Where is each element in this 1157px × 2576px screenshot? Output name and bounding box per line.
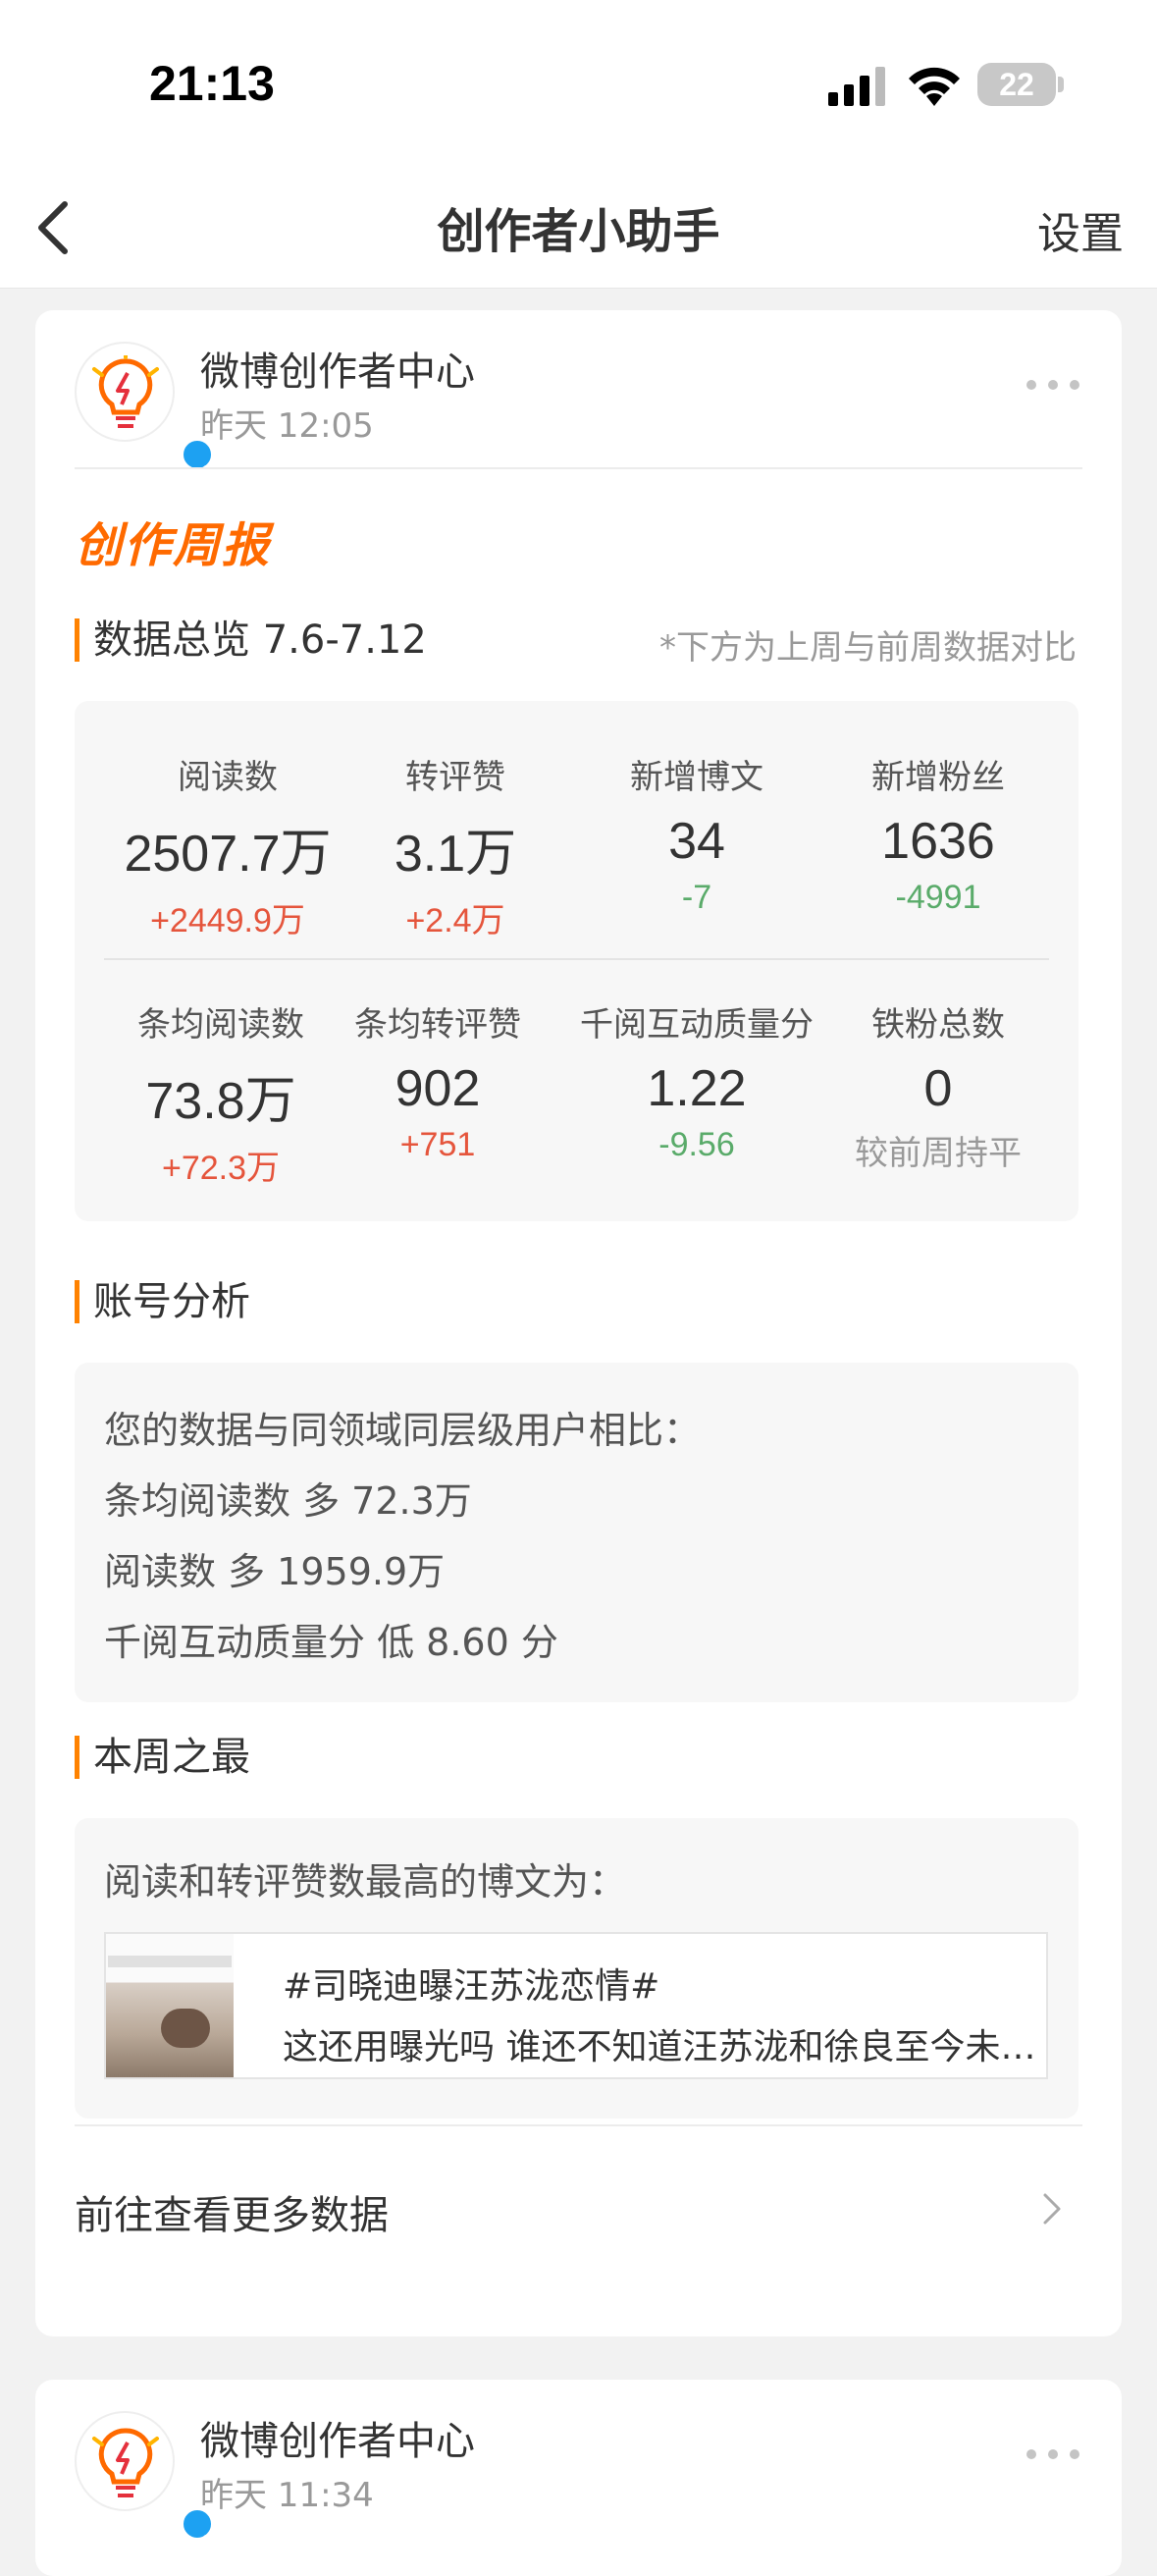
stat-label: 转评赞 <box>405 758 505 797</box>
stat-value: 73.8万 <box>145 1073 296 1130</box>
stat-delta: +72.3万 <box>161 1150 281 1187</box>
analysis-heading: 账号分析 <box>75 1280 250 1323</box>
page-title: 创作者小助手 <box>437 204 720 259</box>
stat-new-followers: 新增粉丝 1636 -4991 <box>830 750 1046 917</box>
stats-divider <box>104 958 1049 960</box>
thumbnail-figure <box>161 2009 210 2048</box>
analysis-line: 千阅互动质量分 低 8.60 分 <box>104 1621 558 1664</box>
analysis-line: 阅读数 多 1959.9万 <box>104 1550 446 1593</box>
best-panel: 阅读和转评赞数最高的博文为： #司晓迪曝汪苏泷恋情# 这还用曝光吗 谁还不知道汪… <box>75 1818 1078 2119</box>
post-snippet: 这还用曝光吗 谁还不知道汪苏泷和徐良至今未… <box>283 2027 1036 2067</box>
chevron-right-icon <box>1043 2193 1061 2225</box>
status-time: 21:13 <box>149 56 275 111</box>
stat-engagement: 转评赞 3.1万 +2.4万 <box>357 750 553 941</box>
post-card: 微博创作者中心 昨天 11:34 <box>35 2380 1122 2576</box>
wifi-icon <box>909 67 960 106</box>
battery-cap <box>1058 77 1064 92</box>
view-more-data-label: 前往查看更多数据 <box>75 2193 389 2238</box>
stat-delta: +2.4万 <box>405 902 505 939</box>
stat-value: 2507.7万 <box>124 826 332 883</box>
thumbnail-caption <box>108 1956 232 1967</box>
post-time: 昨天 12:05 <box>200 406 374 446</box>
post-thumbnail <box>106 1934 234 2077</box>
battery-icon: 22 <box>977 63 1056 106</box>
stat-value: 0 <box>923 1060 953 1117</box>
overview-heading: 数据总览 7.6-7.12 <box>75 618 427 662</box>
stat-delta: +751 <box>399 1126 476 1163</box>
stat-label: 铁粉总数 <box>871 1005 1005 1045</box>
stat-label: 阅读数 <box>178 758 278 797</box>
status-bar: 21:13 22 <box>0 0 1157 167</box>
more-options-icon[interactable] <box>1026 379 1080 391</box>
stat-label: 条均转评赞 <box>354 1005 521 1045</box>
compare-note: *下方为上周与前周数据对比 <box>659 628 1077 668</box>
analysis-panel: 您的数据与同领域同层级用户相比： 条均阅读数 多 72.3万 阅读数 多 195… <box>75 1363 1078 1702</box>
author-name[interactable]: 微博创作者中心 <box>200 2409 475 2466</box>
header-divider <box>75 467 1082 469</box>
best-heading: 本周之最 <box>75 1736 250 1779</box>
stat-delta: +2449.9万 <box>150 902 305 939</box>
stat-iron-fans: 铁粉总数 0 较前周持平 <box>840 997 1036 1174</box>
weekly-report-title: 创作周报 <box>75 518 272 573</box>
cellular-signal-icon <box>828 67 885 106</box>
lightbulb-logo-icon <box>92 355 159 428</box>
stat-avg-reads: 条均阅读数 73.8万 +72.3万 <box>88 997 353 1189</box>
best-intro: 阅读和转评赞数最高的博文为： <box>104 1860 627 1904</box>
more-options-icon[interactable] <box>1026 2448 1080 2460</box>
stat-read-count: 阅读数 2507.7万 +2449.9万 <box>110 750 345 941</box>
analysis-line: 条均阅读数 多 72.3万 <box>104 1479 472 1523</box>
stat-quality-score: 千阅互动质量分 1.22 -9.56 <box>559 997 834 1164</box>
stat-label: 千阅互动质量分 <box>580 1005 814 1045</box>
top-post-preview[interactable]: #司晓迪曝汪苏泷恋情# 这还用曝光吗 谁还不知道汪苏泷和徐良至今未… <box>104 1932 1048 2079</box>
avatar[interactable] <box>75 342 220 474</box>
stat-delta: 较前周持平 <box>855 1135 1022 1172</box>
stat-value: 902 <box>394 1060 481 1117</box>
stats-panel: 阅读数 2507.7万 +2449.9万 转评赞 3.1万 +2.4万 新增博文… <box>75 701 1078 1221</box>
stat-new-posts: 新增博文 34 -7 <box>599 750 795 917</box>
author-name[interactable]: 微博创作者中心 <box>200 340 475 397</box>
stat-value: 34 <box>668 813 725 870</box>
settings-button[interactable]: 设置 <box>1037 198 1124 261</box>
stat-delta: -4991 <box>895 879 981 916</box>
stat-value: 3.1万 <box>394 826 517 883</box>
view-more-data-link[interactable]: 前往查看更多数据 <box>75 2142 1078 2270</box>
post-hashtag: #司晓迪曝汪苏泷恋情# <box>283 1966 660 2007</box>
stat-value: 1636 <box>881 813 995 870</box>
stat-label: 新增博文 <box>630 758 763 797</box>
stat-avg-engagement: 条均转评赞 902 +751 <box>330 997 546 1164</box>
stat-value: 1.22 <box>647 1060 747 1117</box>
lightbulb-logo-icon <box>92 2428 159 2497</box>
stat-label: 新增粉丝 <box>871 758 1005 797</box>
avatar[interactable] <box>75 2411 220 2544</box>
footer-divider <box>75 2124 1082 2126</box>
stat-delta: -9.56 <box>658 1126 735 1163</box>
nav-bar: 创作者小助手 设置 <box>0 167 1157 289</box>
stat-label: 条均阅读数 <box>137 1005 304 1045</box>
analysis-line: 您的数据与同领域同层级用户相比： <box>104 1409 702 1452</box>
stat-delta: -7 <box>681 879 712 916</box>
weekly-report-card: 微博创作者中心 昨天 12:05 创作周报 数据总览 7.6-7.12 *下方为… <box>35 310 1122 2336</box>
